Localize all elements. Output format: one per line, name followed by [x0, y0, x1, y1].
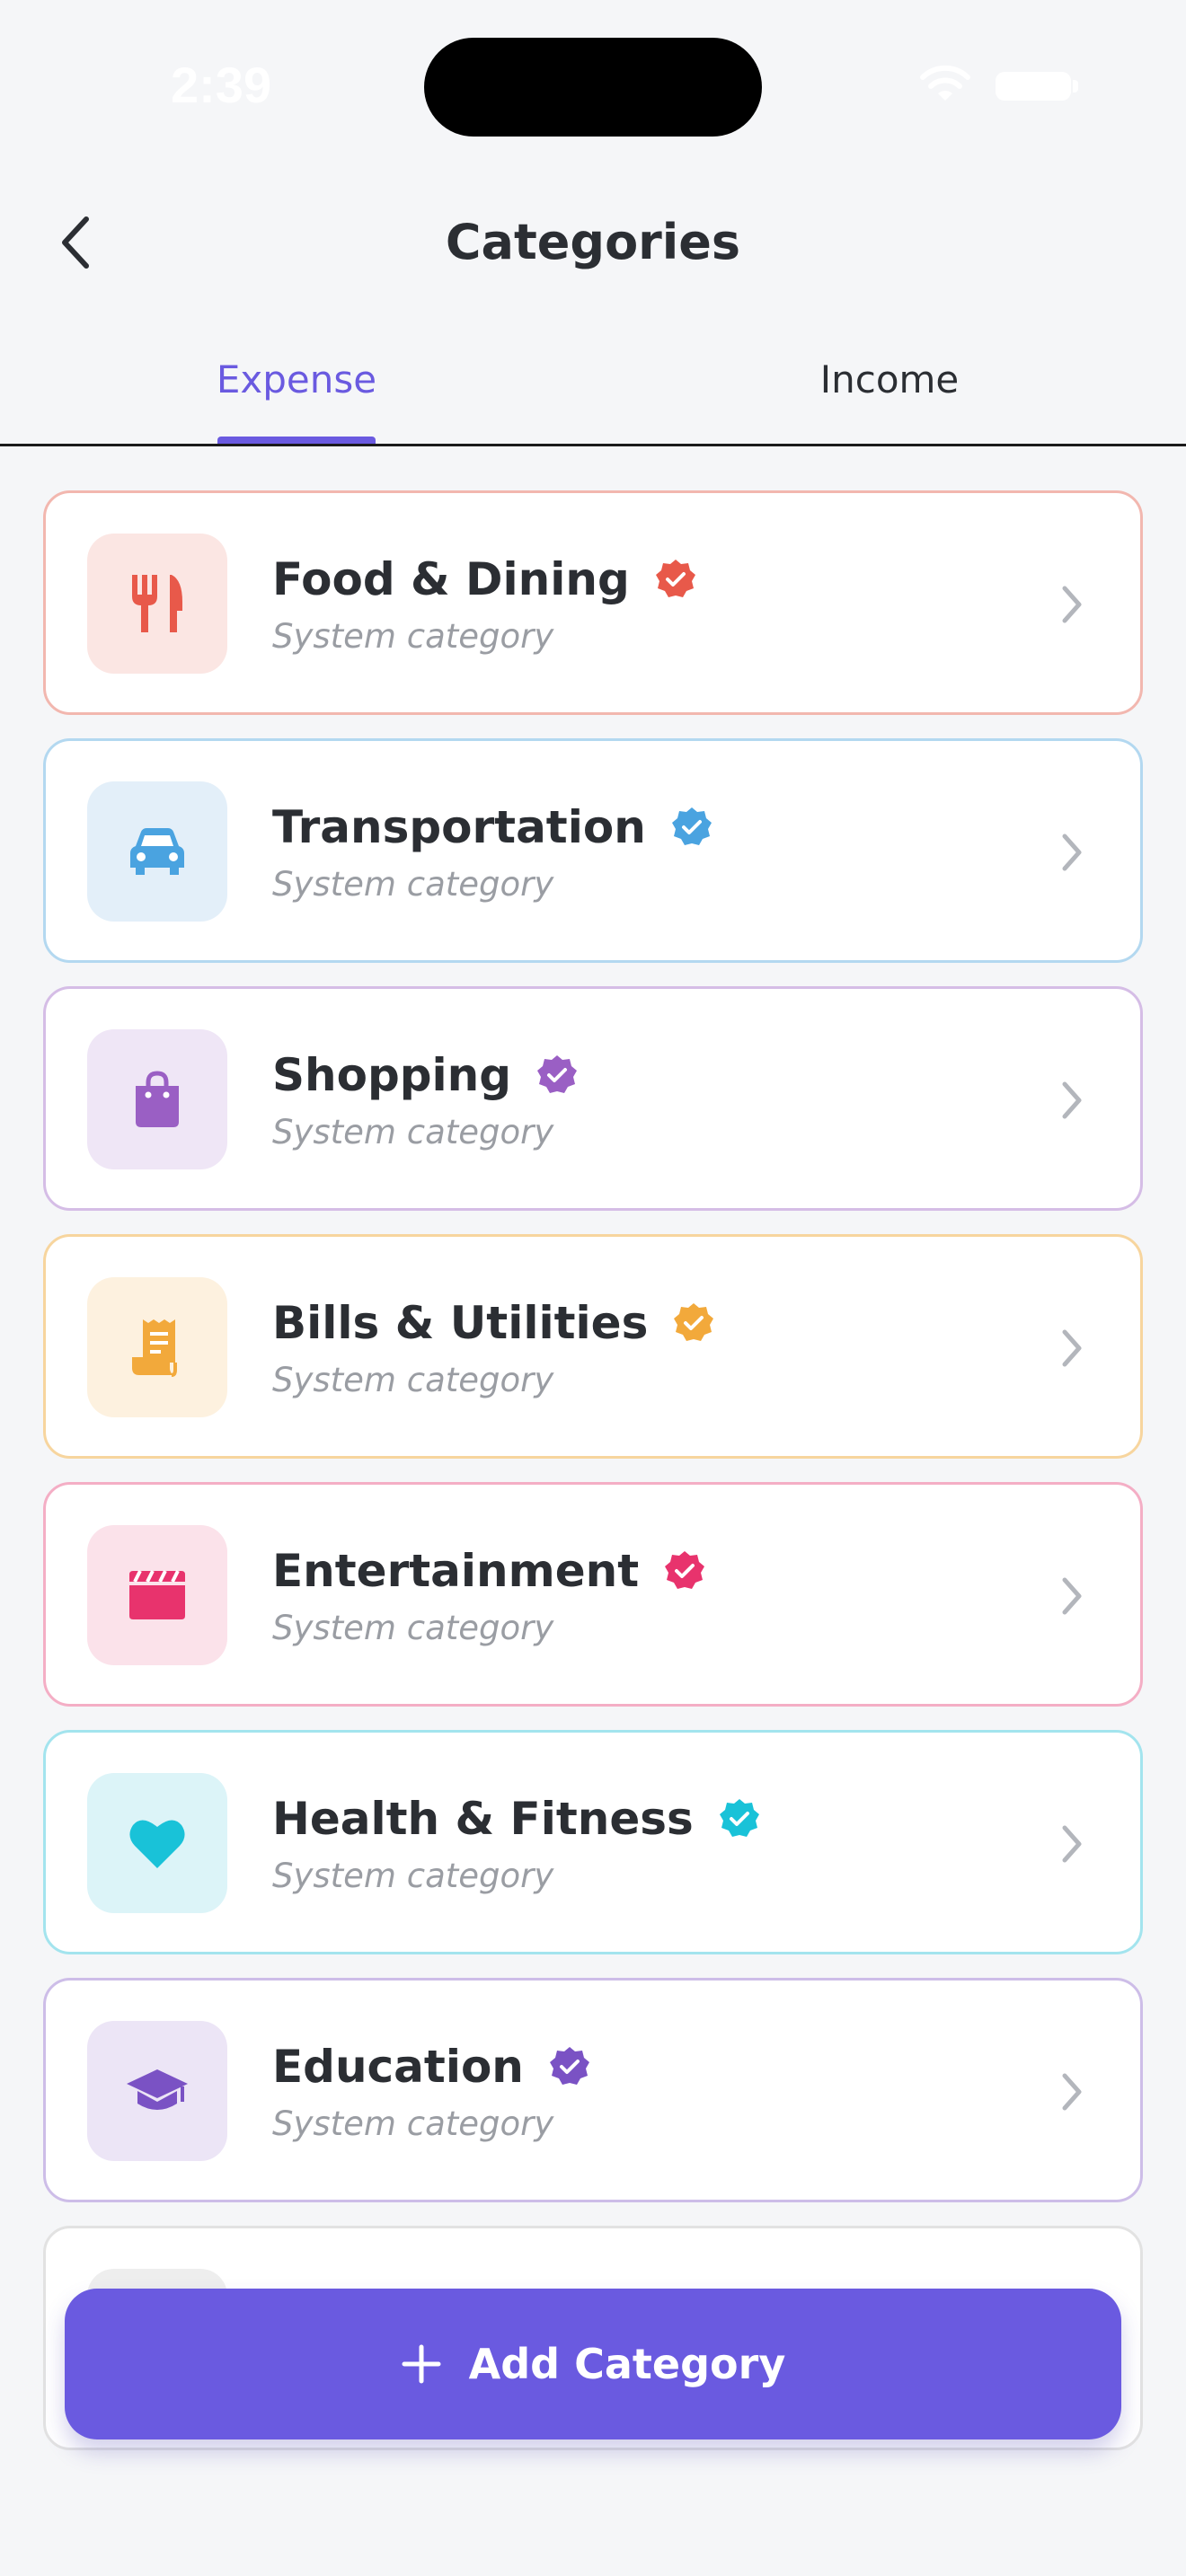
chevron-right-icon — [1062, 2073, 1082, 2111]
chevron-right-icon — [1062, 1577, 1082, 1615]
category-icon-badge — [87, 534, 227, 674]
category-card-shopping[interactable]: Shopping System category — [43, 986, 1143, 1211]
verified-badge-icon — [655, 560, 695, 597]
category-subtitle: System category — [272, 1361, 554, 1399]
verified-badge-icon — [674, 1303, 714, 1341]
dynamic-island — [424, 38, 762, 137]
shopping-bag-icon — [136, 1071, 179, 1127]
battery-cap — [1073, 80, 1078, 93]
category-icon-badge — [87, 1277, 227, 1417]
category-subtitle: System category — [272, 865, 554, 904]
category-name: Health & Fitness — [272, 1793, 694, 1845]
chevron-right-icon — [1062, 586, 1082, 623]
add-category-label: Add Category — [468, 2340, 786, 2388]
chevron-right-icon — [1062, 1329, 1082, 1367]
category-name: Shopping — [272, 1049, 512, 1101]
chevron-left-icon — [62, 216, 89, 269]
car-icon — [130, 828, 184, 875]
category-card-entertainment[interactable]: Entertainment System category — [43, 1482, 1143, 1707]
verified-badge-icon — [537, 1055, 578, 1093]
verified-badge-icon — [549, 2047, 589, 2085]
chevron-right-icon — [1062, 1081, 1082, 1119]
category-subtitle: System category — [272, 617, 554, 656]
tabs-divider — [0, 444, 1186, 446]
tab-indicator — [217, 437, 376, 444]
fork-knife-icon — [132, 575, 182, 632]
category-name: Entertainment — [272, 1545, 640, 1597]
chevron-right-icon — [1062, 834, 1082, 871]
category-icon-badge — [87, 2021, 227, 2161]
category-card-education[interactable]: Education System category — [43, 1978, 1143, 2202]
category-subtitle: System category — [272, 2104, 554, 2143]
verified-badge-icon — [671, 807, 712, 845]
category-card-bills-utilities[interactable]: Bills & Utilities System category — [43, 1234, 1143, 1459]
plus-icon — [402, 2344, 441, 2384]
add-category-button[interactable]: Add Category — [65, 2289, 1121, 2439]
category-icon-badge — [87, 1773, 227, 1913]
back-button[interactable] — [50, 207, 101, 278]
wifi-icon — [920, 65, 970, 101]
category-subtitle: System category — [272, 1113, 554, 1151]
category-type-tabs: Expense Income — [0, 341, 1186, 446]
verified-badge-icon — [665, 1551, 705, 1589]
clapperboard-icon — [129, 1570, 185, 1619]
category-name: Transportation — [272, 801, 646, 853]
tab-expense[interactable]: Expense — [0, 341, 593, 446]
status-bar: 2:39 — [0, 0, 1186, 171]
tab-income-label: Income — [819, 357, 960, 401]
category-card-health-fitness[interactable]: Health & Fitness System category — [43, 1730, 1143, 1954]
graduation-cap-icon — [127, 2069, 188, 2110]
receipt-icon — [132, 1319, 177, 1377]
status-time: 2:39 — [171, 57, 272, 113]
category-name: Education — [272, 2041, 524, 2093]
tab-income[interactable]: Income — [593, 341, 1186, 446]
category-subtitle: System category — [272, 1857, 554, 1895]
verified-badge-icon — [719, 1799, 759, 1837]
category-subtitle: System category — [272, 1609, 554, 1647]
tab-expense-label: Expense — [216, 357, 377, 401]
category-icon-badge — [87, 1525, 227, 1665]
chevron-right-icon — [1062, 1825, 1082, 1863]
page-title: Categories — [445, 214, 741, 270]
category-name: Food & Dining — [272, 553, 630, 605]
category-icon-badge — [87, 1029, 227, 1169]
category-name: Bills & Utilities — [272, 1297, 649, 1349]
category-card-food-dining[interactable]: Food & Dining System category — [43, 490, 1143, 715]
battery-icon — [996, 72, 1071, 101]
category-icon-badge — [87, 781, 227, 922]
category-card-transportation[interactable]: Transportation System category — [43, 738, 1143, 963]
heart-icon — [129, 1820, 185, 1868]
